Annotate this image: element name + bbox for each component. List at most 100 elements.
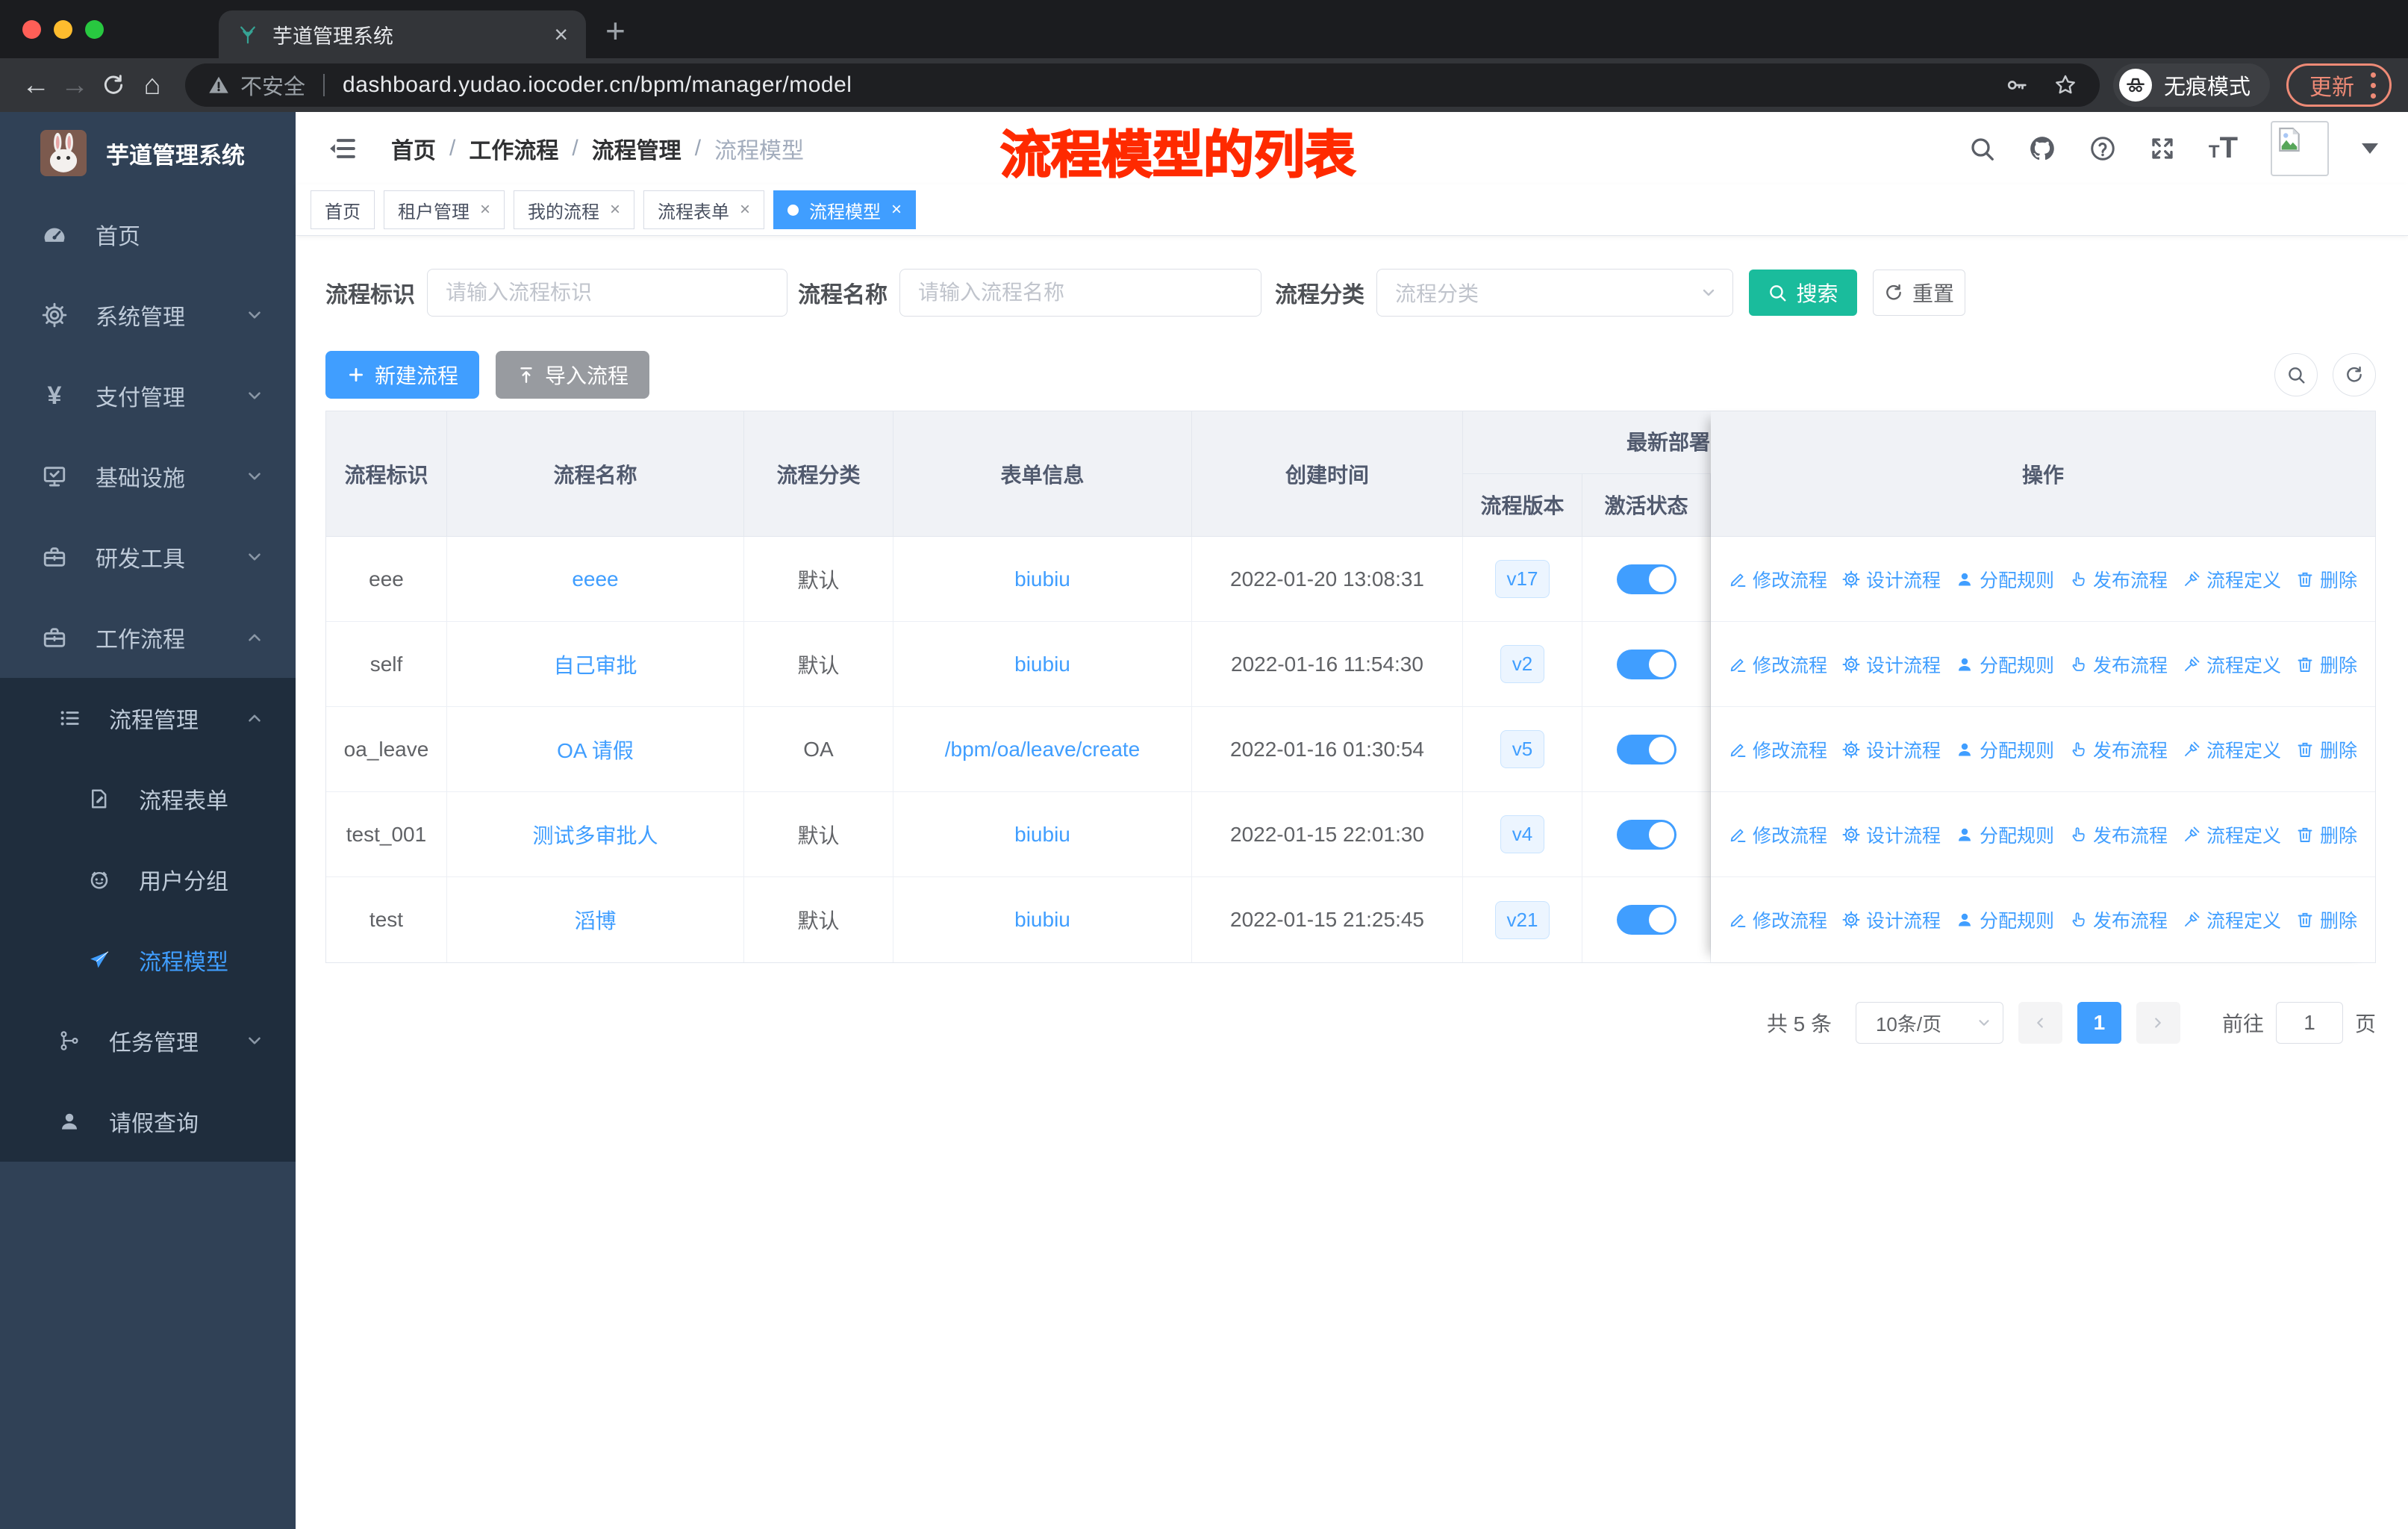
action-definition[interactable]: 流程定义 xyxy=(2183,736,2281,763)
action-edit[interactable]: 修改流程 xyxy=(1729,906,1827,933)
forward-button[interactable]: → xyxy=(55,66,94,105)
close-icon[interactable]: × xyxy=(610,199,620,220)
sidebar-collapse-icon[interactable] xyxy=(325,134,358,164)
sidebar-item-workflow[interactable]: 工作流程 xyxy=(0,597,296,678)
sidebar-item-user-group[interactable]: 用户分组 xyxy=(0,839,296,920)
action-edit[interactable]: 修改流程 xyxy=(1729,821,1827,848)
activation-toggle[interactable] xyxy=(1616,734,1676,764)
action-definition[interactable]: 流程定义 xyxy=(2183,821,2281,848)
action-design[interactable]: 设计流程 xyxy=(1842,906,1941,933)
action-design[interactable]: 设计流程 xyxy=(1842,736,1941,763)
page-size-select[interactable]: 10条/页 xyxy=(1855,1002,2003,1044)
sidebar-item-payment[interactable]: ¥ 支付管理 xyxy=(0,355,296,436)
browser-tab[interactable]: 芋道管理系统 × xyxy=(219,10,586,58)
action-publish[interactable]: 发布流程 xyxy=(2069,906,2168,933)
action-assign[interactable]: 分配规则 xyxy=(1956,651,2054,678)
process-category-select[interactable]: 流程分类 xyxy=(1376,269,1733,317)
action-edit[interactable]: 修改流程 xyxy=(1729,651,1827,678)
action-definition[interactable]: 流程定义 xyxy=(2183,566,2281,593)
sidebar-item-system[interactable]: 系统管理 xyxy=(0,275,296,355)
github-icon[interactable] xyxy=(2028,134,2056,163)
close-icon[interactable]: × xyxy=(891,199,902,220)
sidebar-item-process-model[interactable]: 流程模型 xyxy=(0,920,296,1000)
sidebar-item-home[interactable]: 首页 xyxy=(0,194,296,275)
address-bar[interactable]: 不安全 dashboard.yudao.iocoder.cn/bpm/manag… xyxy=(185,63,2100,107)
bookmark-star-icon[interactable] xyxy=(2053,73,2077,97)
goto-page-input[interactable] xyxy=(2275,1002,2343,1044)
row-name-link[interactable]: 测试多审批人 xyxy=(447,792,744,876)
sidebar-item-leave-query[interactable]: 请假查询 xyxy=(0,1081,296,1162)
action-delete[interactable]: 删除 xyxy=(2296,821,2357,848)
page-number-1[interactable]: 1 xyxy=(2077,1002,2121,1044)
action-definition[interactable]: 流程定义 xyxy=(2183,651,2281,678)
sidebar-item-process-mgmt[interactable]: 流程管理 xyxy=(0,678,296,759)
activation-toggle[interactable] xyxy=(1616,649,1676,679)
action-publish[interactable]: 发布流程 xyxy=(2069,566,2168,593)
fullscreen-icon[interactable] xyxy=(2149,135,2176,162)
action-assign[interactable]: 分配规则 xyxy=(1956,906,2054,933)
row-name-link[interactable]: eeee xyxy=(447,537,744,621)
action-delete[interactable]: 删除 xyxy=(2296,651,2357,678)
action-definition[interactable]: 流程定义 xyxy=(2183,906,2281,933)
sidebar-item-process-form[interactable]: 流程表单 xyxy=(0,759,296,839)
tag-tenant[interactable]: 租户管理 × xyxy=(384,190,505,229)
next-page-button[interactable] xyxy=(2136,1002,2180,1044)
search-icon[interactable] xyxy=(1968,135,1995,162)
tag-home[interactable]: 首页 xyxy=(311,190,375,229)
row-form-link[interactable]: biubiu xyxy=(893,877,1192,962)
minimize-window-button[interactable] xyxy=(54,20,72,39)
row-name-link[interactable]: 自己审批 xyxy=(447,622,744,706)
action-publish[interactable]: 发布流程 xyxy=(2069,821,2168,848)
font-size-icon[interactable]: TT xyxy=(2209,131,2238,165)
breadcrumb-home[interactable]: 首页 xyxy=(391,132,436,165)
breadcrumb-process-mgmt[interactable]: 流程管理 xyxy=(592,132,681,165)
process-name-input[interactable] xyxy=(899,269,1261,317)
browser-menu-icon[interactable] xyxy=(2371,72,2376,99)
action-delete[interactable]: 删除 xyxy=(2296,736,2357,763)
action-delete[interactable]: 删除 xyxy=(2296,906,2357,933)
sidebar-item-task-mgmt[interactable]: 任务管理 xyxy=(0,1000,296,1081)
row-form-link[interactable]: biubiu xyxy=(893,622,1192,706)
import-process-button[interactable]: 导入流程 xyxy=(496,351,650,399)
row-form-link[interactable]: biubiu xyxy=(893,792,1192,876)
close-icon[interactable]: × xyxy=(740,199,750,220)
update-chrome-button[interactable]: 更新 xyxy=(2286,63,2392,107)
close-window-button[interactable] xyxy=(22,20,41,39)
create-process-button[interactable]: 新建流程 xyxy=(325,351,480,399)
row-form-link[interactable]: biubiu xyxy=(893,537,1192,621)
home-button[interactable]: ⌂ xyxy=(133,66,172,105)
process-key-input[interactable] xyxy=(427,269,787,317)
avatar-caret-icon[interactable] xyxy=(2362,143,2378,154)
key-icon[interactable] xyxy=(2006,74,2028,96)
action-design[interactable]: 设计流程 xyxy=(1842,566,1941,593)
row-name-link[interactable]: OA 请假 xyxy=(447,707,744,791)
avatar[interactable] xyxy=(2271,120,2329,176)
reset-button[interactable]: 重置 xyxy=(1873,270,1965,316)
action-design[interactable]: 设计流程 xyxy=(1842,821,1941,848)
close-icon[interactable]: × xyxy=(480,199,490,220)
action-edit[interactable]: 修改流程 xyxy=(1729,736,1827,763)
search-button[interactable]: 搜索 xyxy=(1749,270,1857,316)
activation-toggle[interactable] xyxy=(1616,564,1676,594)
action-edit[interactable]: 修改流程 xyxy=(1729,566,1827,593)
action-delete[interactable]: 删除 xyxy=(2296,566,2357,593)
tag-process-model[interactable]: 流程模型 × xyxy=(773,190,917,229)
tag-my-process[interactable]: 我的流程 × xyxy=(514,190,635,229)
action-assign[interactable]: 分配规则 xyxy=(1956,566,2054,593)
help-icon[interactable] xyxy=(2089,135,2116,162)
action-publish[interactable]: 发布流程 xyxy=(2069,736,2168,763)
action-design[interactable]: 设计流程 xyxy=(1842,651,1941,678)
action-publish[interactable]: 发布流程 xyxy=(2069,651,2168,678)
new-tab-button[interactable]: + xyxy=(605,13,626,48)
breadcrumb-workflow[interactable]: 工作流程 xyxy=(469,132,558,165)
tag-process-form[interactable]: 流程表单 × xyxy=(643,190,765,229)
row-form-link[interactable]: /bpm/oa/leave/create xyxy=(893,707,1192,791)
action-assign[interactable]: 分配规则 xyxy=(1956,736,2054,763)
row-name-link[interactable]: 滔博 xyxy=(447,877,744,962)
activation-toggle[interactable] xyxy=(1616,819,1676,850)
activation-toggle[interactable] xyxy=(1616,905,1676,935)
reload-button[interactable] xyxy=(94,66,133,105)
prev-page-button[interactable] xyxy=(2018,1002,2062,1044)
back-button[interactable]: ← xyxy=(16,66,55,105)
tab-close-icon[interactable]: × xyxy=(554,21,568,49)
